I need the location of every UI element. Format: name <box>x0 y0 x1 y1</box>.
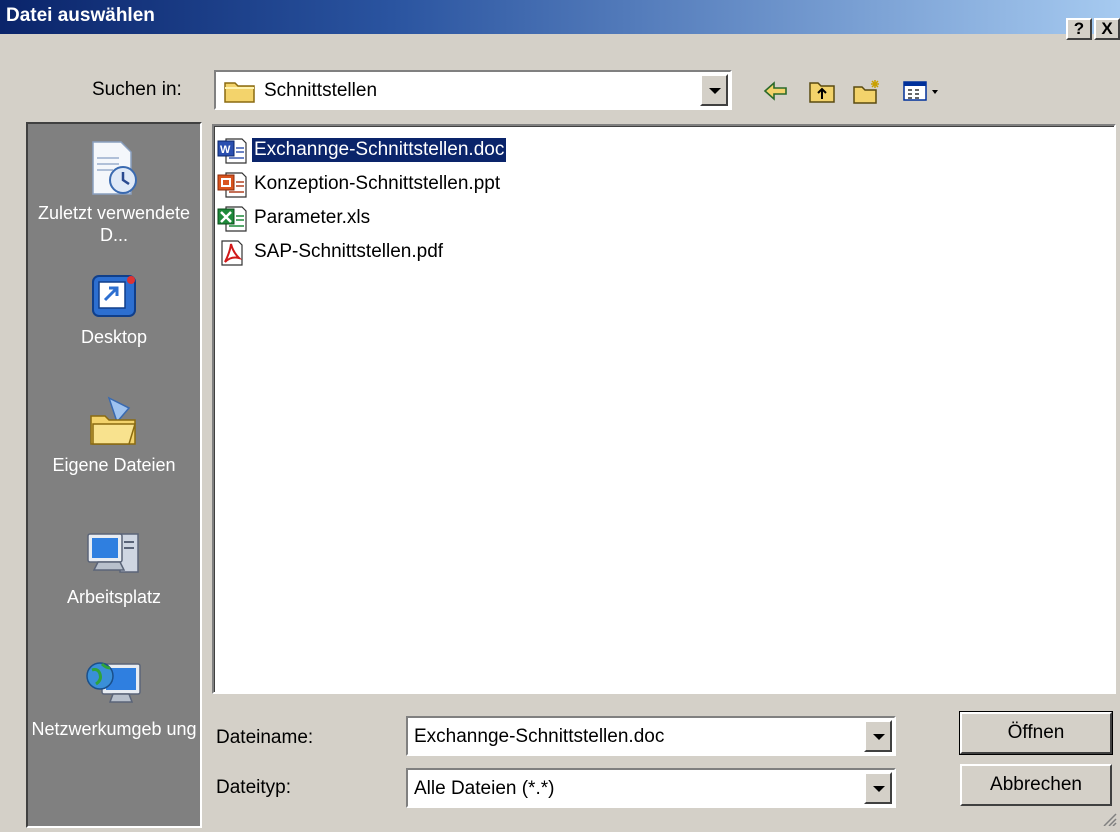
desktop-icon <box>92 275 136 317</box>
open-button[interactable]: Öffnen <box>959 711 1113 755</box>
word-file-icon: W <box>217 138 247 164</box>
window-title: Datei auswählen <box>6 5 155 26</box>
back-arrow-icon[interactable] <box>762 78 790 104</box>
place-network-label: Netzwerkumgeb ung <box>31 719 197 739</box>
place-network[interactable]: Netzwerkumgeb ung <box>28 654 200 740</box>
place-recent[interactable]: Zuletzt verwendete D... <box>28 138 200 246</box>
filetype-select[interactable]: Alle Dateien (*.*) <box>406 768 896 808</box>
my-computer-icon <box>87 533 139 573</box>
place-my-documents[interactable]: Eigene Dateien <box>28 394 200 476</box>
folder-icon <box>224 79 256 109</box>
place-desktop[interactable]: Desktop <box>28 272 200 348</box>
lookin-combo[interactable]: Schnittstellen <box>214 70 732 110</box>
view-menu-icon[interactable] <box>902 78 942 104</box>
file-name: SAP-Schnittstellen.pdf <box>254 241 444 262</box>
recent-documents-icon <box>92 141 137 195</box>
title-bar[interactable]: Datei auswählen ? X <box>0 0 1120 40</box>
help-button[interactable]: ? <box>1066 18 1092 40</box>
place-my-computer-label: Arbeitsplatz <box>66 587 162 607</box>
svg-text:W: W <box>220 144 231 156</box>
filetype-value: Alle Dateien (*.*) <box>414 778 555 799</box>
file-name: Exchannge-Schnittstellen.doc <box>252 138 507 162</box>
my-documents-icon <box>90 396 137 445</box>
powerpoint-file-icon <box>217 172 247 198</box>
filetype-dropdown-button[interactable] <box>864 772 892 804</box>
filename-field[interactable]: Exchannge-Schnittstellen.doc <box>406 716 896 756</box>
place-recent-label: Zuletzt verwendete D... <box>37 203 191 245</box>
excel-file-icon <box>217 206 247 232</box>
new-folder-icon[interactable] <box>852 78 880 104</box>
filename-dropdown-button[interactable] <box>864 720 892 752</box>
filename-label: Dateiname: <box>216 727 314 748</box>
lookin-label: Suchen in: <box>92 79 182 100</box>
place-my-computer[interactable]: Arbeitsplatz <box>28 526 200 608</box>
lookin-value: Schnittstellen <box>264 80 378 101</box>
size-grip-icon[interactable] <box>1100 810 1118 832</box>
filetype-label: Dateityp: <box>216 777 291 798</box>
filename-value: Exchannge-Schnittstellen.doc <box>414 726 665 747</box>
close-button[interactable]: X <box>1094 18 1120 40</box>
file-name: Konzeption-Schnittstellen.ppt <box>254 173 501 194</box>
file-list[interactable]: W Exchannge-Schnittstellen.doc Konzeptio… <box>212 124 1116 694</box>
place-my-documents-label: Eigene Dateien <box>52 455 176 475</box>
network-icon <box>86 662 141 703</box>
places-bar: Zuletzt verwendete D... Desktop Eigene D… <box>26 122 202 828</box>
place-desktop-label: Desktop <box>80 327 148 347</box>
up-folder-icon[interactable] <box>808 78 836 104</box>
lookin-dropdown-button[interactable] <box>700 74 728 106</box>
cancel-button[interactable]: Abbrechen <box>960 764 1112 806</box>
pdf-file-icon <box>221 240 243 266</box>
file-name: Parameter.xls <box>254 207 371 228</box>
